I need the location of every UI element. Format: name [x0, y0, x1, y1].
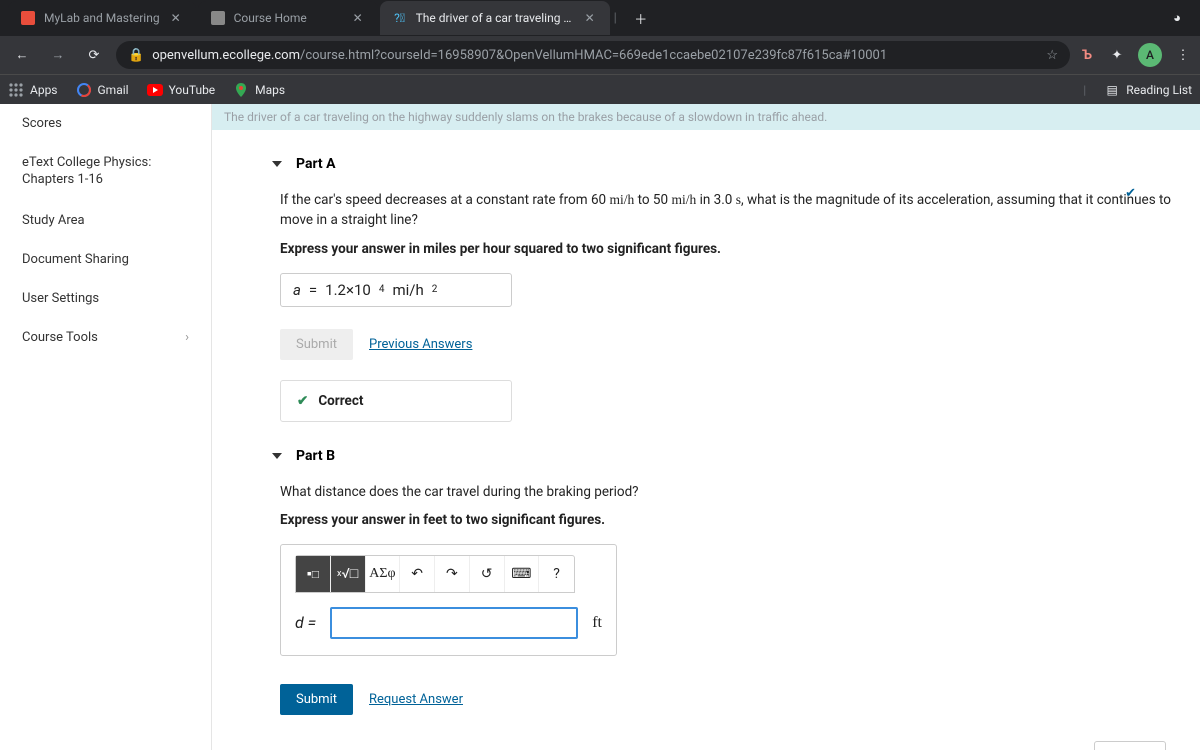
- eq-redo-button[interactable]: ↷: [435, 556, 470, 592]
- sidebar-item-scores[interactable]: Scores: [0, 104, 211, 143]
- equation-toolbar: ▪□ x√□ ΑΣφ ↶ ↷ ↺ ⌨ ?: [295, 555, 575, 593]
- bookmark-maps[interactable]: Maps: [233, 82, 285, 98]
- tab-separator: |: [614, 11, 617, 26]
- url-text: openvellum.ecollege.com/course.html?cour…: [152, 48, 1038, 63]
- address-bar[interactable]: 🔒 openvellum.ecollege.com/course.html?co…: [116, 41, 1070, 69]
- avatar[interactable]: A: [1138, 43, 1162, 67]
- eq-help-button[interactable]: ?: [539, 556, 574, 592]
- window-control-icon[interactable]: ◕: [1168, 9, 1186, 27]
- tab-icon: [20, 10, 36, 26]
- part-b-prompt: What distance does the car travel during…: [280, 482, 1176, 502]
- maps-icon: [233, 82, 249, 98]
- eq-template-button[interactable]: ▪□: [296, 556, 331, 592]
- request-answer-link[interactable]: Request Answer: [369, 692, 463, 707]
- apps-button[interactable]: Apps: [8, 82, 58, 98]
- main-content: The driver of a car traveling on the hig…: [212, 104, 1200, 750]
- part-title: Part B: [296, 448, 335, 464]
- previous-answers-link[interactable]: Previous Answers: [369, 337, 472, 352]
- close-icon[interactable]: ✕: [168, 10, 184, 26]
- tab-icon: [210, 10, 226, 26]
- eq-keyboard-button[interactable]: ⌨: [505, 556, 540, 592]
- collapse-toggle[interactable]: [272, 161, 282, 167]
- close-icon[interactable]: ✕: [350, 10, 366, 26]
- new-tab-button[interactable]: ＋: [627, 4, 655, 32]
- equation-input-wrap: ▪□ x√□ ΑΣφ ↶ ↷ ↺ ⌨ ? d = ft: [280, 544, 617, 656]
- reload-button[interactable]: ⟳: [80, 41, 108, 69]
- reading-list-icon: ▤: [1104, 82, 1120, 98]
- submit-button-a: Submit: [280, 329, 353, 360]
- sidebar-item-tools[interactable]: Course Tools›: [0, 318, 211, 357]
- tab-strip: MyLab and Mastering ✕ Course Home ✕ ?⃝ T…: [0, 0, 1200, 36]
- bookmark-youtube[interactable]: YouTube: [147, 82, 216, 98]
- sidebar: Scores eText College Physics: Chapters 1…: [0, 104, 212, 750]
- part-title: Part A: [296, 156, 336, 172]
- tab-title: Course Home: [234, 11, 342, 25]
- extensions-icon[interactable]: ✦: [1108, 46, 1126, 64]
- tab-mylab[interactable]: MyLab and Mastering ✕: [8, 1, 196, 35]
- sidebar-item-etext[interactable]: eText College Physics: Chapters 1-16: [0, 143, 211, 201]
- sidebar-item-docs[interactable]: Document Sharing: [0, 240, 211, 279]
- help-icon: ?⃝: [392, 10, 408, 26]
- reading-list-button[interactable]: ▤Reading List: [1104, 82, 1192, 98]
- forward-button[interactable]: →: [44, 41, 72, 69]
- tab-active[interactable]: ?⃝ The driver of a car traveling on ✕: [380, 1, 610, 35]
- close-icon[interactable]: ✕: [582, 10, 598, 26]
- back-button[interactable]: ←: [8, 41, 36, 69]
- eq-root-button[interactable]: x√□: [331, 556, 366, 592]
- part-b-hint: Express your answer in feet to two signi…: [280, 512, 1176, 528]
- collapse-toggle[interactable]: [272, 453, 282, 459]
- apps-icon: [8, 82, 24, 98]
- part-a-prompt: If the car's speed decreases at a consta…: [280, 190, 1176, 231]
- translate-icon[interactable]: Ъ: [1078, 46, 1096, 64]
- part-a: Part A ✔ If the car's speed decreases at…: [236, 156, 1176, 422]
- answer-input[interactable]: [330, 607, 578, 639]
- chevron-right-icon: ›: [185, 330, 189, 345]
- variable-label: d =: [295, 613, 316, 632]
- youtube-icon: [147, 82, 163, 98]
- sidebar-item-settings[interactable]: User Settings: [0, 279, 211, 318]
- unit-label: ft: [592, 614, 602, 632]
- tab-title: The driver of a car traveling on: [416, 11, 574, 25]
- gmail-icon: [76, 82, 92, 98]
- next-button[interactable]: Next›: [1094, 741, 1166, 750]
- answer-display: a = 1.2×104 mi/h2: [280, 273, 512, 307]
- lock-icon: 🔒: [128, 48, 144, 63]
- part-a-hint: Express your answer in miles per hour sq…: [280, 241, 1176, 257]
- correct-indicator: ✔ Correct: [280, 380, 512, 422]
- eq-undo-button[interactable]: ↶: [400, 556, 435, 592]
- eq-reset-button[interactable]: ↺: [470, 556, 505, 592]
- eq-greek-button[interactable]: ΑΣφ: [366, 556, 401, 592]
- problem-banner: The driver of a car traveling on the hig…: [212, 104, 1200, 130]
- star-icon[interactable]: ☆: [1046, 48, 1058, 63]
- bookmarks-bar: Apps Gmail YouTube Maps | ▤Reading List: [0, 74, 1200, 104]
- check-icon: ✔: [297, 393, 308, 409]
- tab-title: MyLab and Mastering: [44, 11, 160, 25]
- tab-course-home[interactable]: Course Home ✕: [198, 1, 378, 35]
- sidebar-item-study[interactable]: Study Area: [0, 201, 211, 240]
- menu-icon[interactable]: ⋮: [1174, 46, 1192, 64]
- part-b: Part B What distance does the car travel…: [236, 448, 1176, 715]
- check-icon: ✔: [1125, 186, 1136, 201]
- toolbar: ← → ⟳ 🔒 openvellum.ecollege.com/course.h…: [0, 36, 1200, 74]
- submit-button-b[interactable]: Submit: [280, 684, 353, 715]
- bookmark-gmail[interactable]: Gmail: [76, 82, 129, 98]
